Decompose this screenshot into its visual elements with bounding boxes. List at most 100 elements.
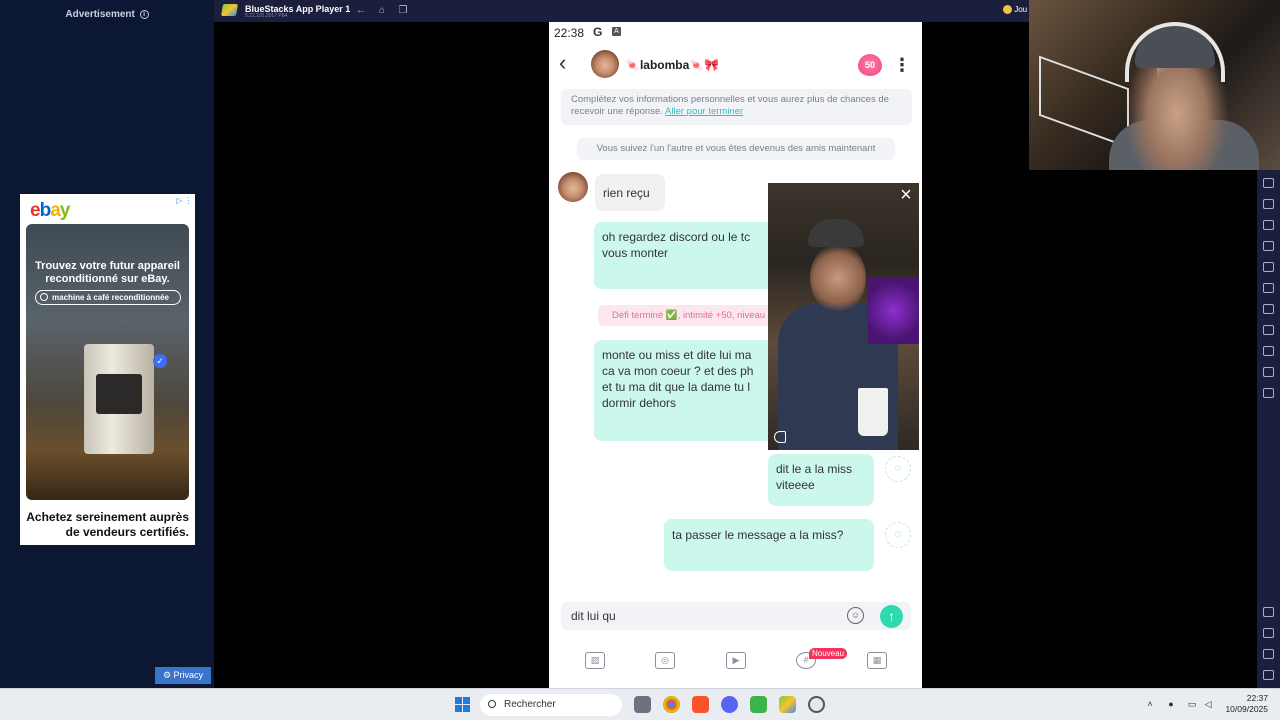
- bluestacks-titlebar: BlueStacks App Player 1 5.22.101.2017 P6…: [214, 0, 1029, 22]
- video-background-light: [868, 278, 919, 344]
- message-input[interactable]: [571, 602, 841, 630]
- settings-icon[interactable]: [1263, 607, 1274, 617]
- toolbar-tool-icon[interactable]: [1263, 199, 1274, 209]
- coin-icon: [1003, 5, 1012, 15]
- camera-icon[interactable]: ◎: [655, 652, 675, 669]
- contact-avatar[interactable]: [558, 172, 588, 202]
- ad-search-chip-label: machine à café reconditionnée: [52, 293, 169, 302]
- gallery-icon[interactable]: ▨: [585, 652, 605, 669]
- back-button[interactable]: ‹: [559, 52, 577, 76]
- brave-icon[interactable]: [692, 696, 709, 713]
- windows-start-icon[interactable]: [455, 697, 470, 712]
- self-avatar[interactable]: ☺: [885, 456, 911, 482]
- ad-image[interactable]: Trouvez votre futur appareil recondition…: [26, 224, 189, 500]
- bluestacks-logo-icon: [220, 4, 239, 16]
- new-badge: Nouveau: [809, 648, 848, 659]
- contact-name[interactable]: 🍬labomba🍬🎀: [625, 58, 719, 72]
- home-icon[interactable]: [1263, 649, 1274, 659]
- adchoices-icon[interactable]: ▷ ⋮: [176, 196, 192, 205]
- app-icon[interactable]: [750, 696, 767, 713]
- advertisement-label: Advertisement i: [0, 9, 214, 20]
- message-bubble-outgoing[interactable]: ta passer le message a la miss?: [664, 519, 874, 571]
- contact-avatar[interactable]: [591, 50, 619, 78]
- toolbar-tool-icon[interactable]: [1263, 367, 1274, 377]
- toolbar-tool-icon[interactable]: [1263, 178, 1274, 188]
- app-version: 5.22.101.2017 P64: [245, 13, 288, 19]
- toolbar-tool-icon[interactable]: [1263, 388, 1274, 398]
- self-avatar[interactable]: ☺: [885, 522, 911, 548]
- chat-header: ‹ 🍬labomba🍬🎀 50 ⋮: [549, 44, 922, 88]
- video-icon[interactable]: ▶: [726, 652, 746, 669]
- home-icon[interactable]: ⌂: [375, 4, 389, 18]
- message-input-bar: ☺ ↑: [561, 602, 911, 630]
- discord-icon[interactable]: [721, 696, 738, 713]
- user-account[interactable]: Jou: [1003, 5, 1028, 15]
- toolbar-tool-icon[interactable]: [1263, 346, 1274, 356]
- toolbar-tool-icon[interactable]: [1263, 304, 1274, 314]
- close-icon[interactable]: ×: [897, 185, 915, 205]
- notification-icon: A: [612, 27, 621, 36]
- task-view-icon[interactable]: [634, 696, 651, 713]
- recent-icon[interactable]: [1263, 670, 1274, 680]
- message-bubble-outgoing[interactable]: oh regardez discord ou le tc vous monter: [594, 222, 774, 289]
- bluestacks-side-toolbar: [1257, 170, 1280, 688]
- speaker-icon[interactable]: [774, 431, 786, 443]
- back-icon[interactable]: [1263, 628, 1274, 638]
- chevron-up-icon[interactable]: ˄: [1145, 699, 1155, 709]
- send-button[interactable]: ↑: [880, 605, 903, 628]
- google-icon: G: [593, 25, 603, 39]
- chrome-icon[interactable]: [663, 696, 680, 713]
- logo-letter: y: [59, 200, 71, 221]
- friends-notice: Vous suivez l'un l'autre et vous êtes de…: [577, 138, 895, 160]
- ad-sidebar: Advertisement i ebay ▷ ⋮ Trouvez votre f…: [0, 0, 214, 688]
- intimacy-heart-badge[interactable]: 50: [858, 54, 882, 76]
- video-cup: [858, 388, 888, 436]
- clock[interactable]: 22:37 10/09/2025: [1216, 693, 1268, 715]
- search-icon: [488, 700, 496, 708]
- toolbar-tool-icon[interactable]: [1263, 283, 1274, 293]
- logo-letter: a: [50, 200, 61, 221]
- volume-icon[interactable]: ◁: [1203, 699, 1213, 709]
- video-call-overlay[interactable]: ×: [768, 183, 919, 450]
- recent-apps-icon[interactable]: ❐: [396, 4, 410, 18]
- toolbar-tool-icon[interactable]: [1263, 220, 1274, 230]
- more-options-icon[interactable]: ⋮: [892, 55, 912, 77]
- info-icon[interactable]: i: [139, 9, 149, 19]
- search-label: Rechercher: [504, 699, 556, 710]
- message-bubble-outgoing[interactable]: dit le a la miss viteeee: [768, 454, 874, 506]
- ebay-ad-card[interactable]: ebay ▷ ⋮ Trouvez votre futur appareil re…: [20, 194, 195, 545]
- ad-headline: Trouvez votre futur appareil recondition…: [35, 260, 180, 285]
- advertisement-text: Advertisement: [65, 9, 135, 20]
- verified-check-icon: ✓: [153, 354, 167, 368]
- network-icon[interactable]: ▭: [1187, 699, 1197, 709]
- gift-icon[interactable]: ▦: [867, 652, 887, 669]
- status-bar: 22:38 G A: [549, 22, 922, 44]
- app-icon[interactable]: [808, 696, 825, 713]
- logo-letter: b: [39, 200, 52, 221]
- profile-completion-notice: Complétez vos informations personnelles …: [561, 89, 912, 125]
- logo-letter: e: [30, 200, 41, 221]
- bluestacks-icon[interactable]: [779, 696, 796, 713]
- webcam-feed: [1029, 0, 1280, 170]
- complete-profile-link[interactable]: Aller pour terminer: [665, 106, 743, 117]
- privacy-button[interactable]: ⚙ Privacy: [155, 667, 211, 684]
- message-bubble-outgoing[interactable]: monte ou miss et dite lui ma ca va mon c…: [594, 340, 774, 441]
- toolbar-tool-icon[interactable]: [1263, 241, 1274, 251]
- search-icon: [40, 293, 48, 301]
- coffee-machine-detail: [96, 374, 142, 414]
- toolbar-tool-icon[interactable]: [1263, 325, 1274, 335]
- back-arrow-icon[interactable]: ←: [354, 4, 368, 18]
- taskbar-search[interactable]: Rechercher: [480, 694, 622, 716]
- toolbar-tool-icon[interactable]: [1263, 262, 1274, 272]
- user-label: Jou: [1014, 5, 1028, 14]
- status-time: 22:38: [554, 26, 585, 40]
- privacy-label: Privacy: [173, 670, 204, 680]
- emoji-icon[interactable]: ☺: [847, 607, 864, 624]
- video-person-face: [810, 243, 866, 313]
- video-person-cap: [808, 219, 864, 247]
- message-bubble-incoming[interactable]: rien reçu: [595, 174, 665, 211]
- ad-search-chip[interactable]: machine à café reconditionnée: [35, 290, 181, 305]
- clock-date: 10/09/2025: [1225, 704, 1268, 714]
- microphone-icon[interactable]: ●: [1166, 699, 1176, 709]
- chat-toolbar: ▨ ◎ ▶ # Nouveau ▦: [549, 642, 922, 688]
